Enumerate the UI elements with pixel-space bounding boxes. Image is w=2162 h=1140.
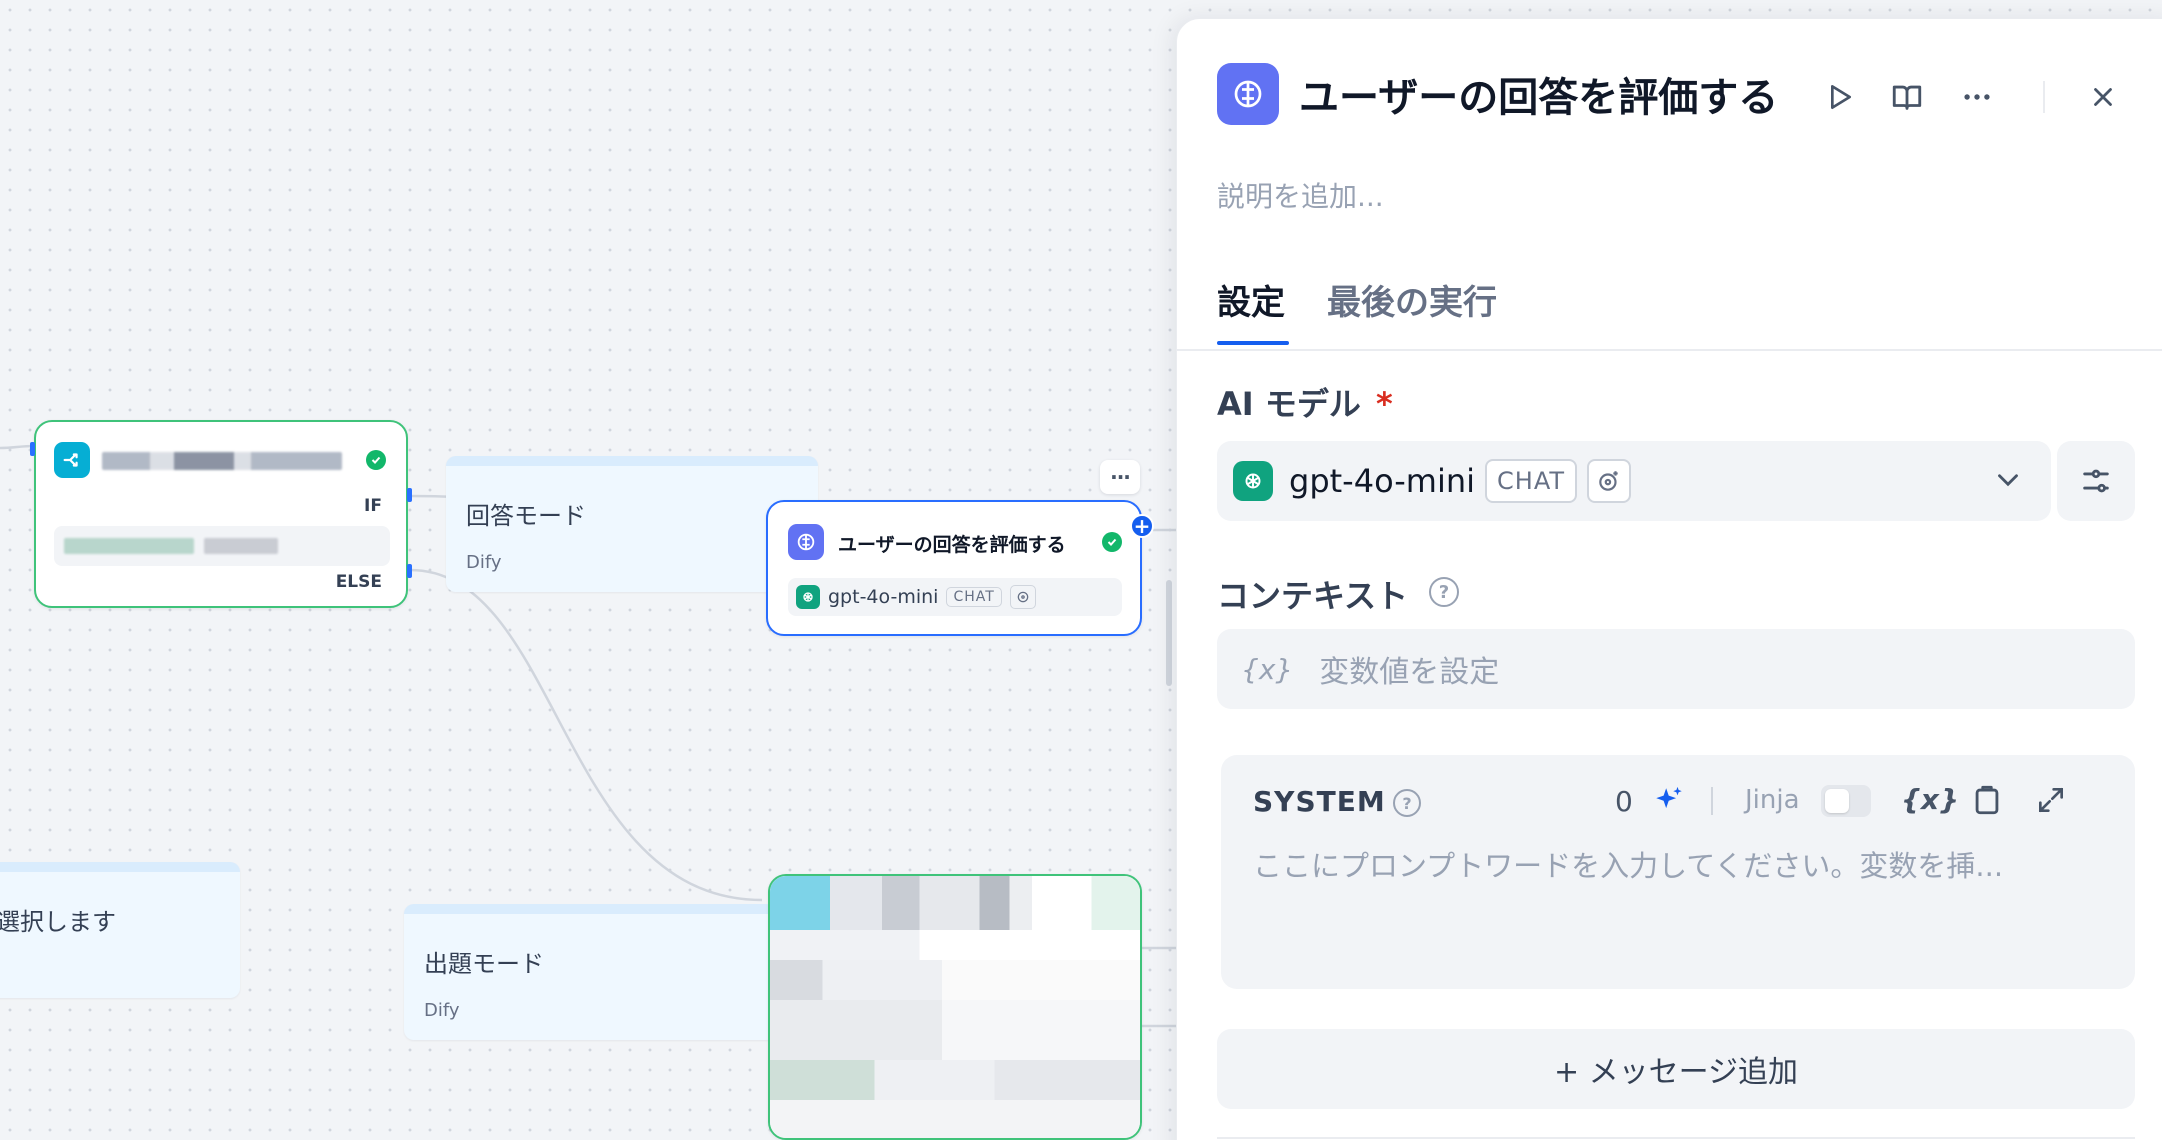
node-config-panel: ユーザーの回答を評価する 説明を追加... 設定 最後の実行 AI モデル * … [1176, 18, 2162, 1140]
tabs-divider [1177, 349, 2162, 351]
context-label: コンテキスト [1217, 577, 1409, 615]
chevron-down-icon [1991, 463, 2025, 501]
add-message-button[interactable]: + メッセージ追加 [1217, 1029, 2135, 1109]
if-else-success-icon [366, 450, 386, 470]
clipboard-icon [1975, 785, 1999, 815]
close-button[interactable] [2081, 75, 2125, 119]
context-help-icon[interactable]: ? [1429, 577, 1459, 607]
jinja-label: Jinja [1745, 785, 1800, 815]
llm-chat-badge: CHAT [946, 587, 1002, 607]
header-divider [2043, 81, 2045, 113]
note-answer-mode[interactable]: 回答モード Dify [446, 456, 818, 592]
sparkle-icon [1656, 786, 1682, 809]
if-else-node[interactable]: IF ELSE [30, 420, 412, 608]
else-handle[interactable] [407, 564, 412, 578]
jinja-toggle-knob [1825, 789, 1849, 813]
note-question-mode[interactable]: 出題モード Dify [404, 904, 776, 1040]
note-question-mode-title: 出題モード [424, 950, 544, 978]
system-help-icon[interactable]: ? [1393, 789, 1421, 817]
note-select-title: 選択します [0, 908, 116, 936]
llm-success-icon [1102, 532, 1122, 552]
note-answer-mode-title: 回答モード [466, 502, 586, 530]
system-label: SYSTEM [1253, 785, 1386, 818]
vision-icon [1009, 585, 1036, 609]
expand-button[interactable] [2031, 779, 2071, 821]
ai-generate-button[interactable] [1649, 781, 1689, 821]
context-placeholder: 変数値を設定 [1319, 655, 1500, 690]
chat-badge: CHAT [1485, 459, 1578, 503]
token-count: 0 [1615, 785, 1633, 818]
tab-active-indicator [1217, 341, 1289, 345]
sliders-icon [2083, 469, 2109, 493]
redacted-node[interactable] [768, 874, 1142, 1140]
if-handle[interactable] [407, 488, 412, 502]
openai-icon [1233, 461, 1273, 501]
expand-icon [2039, 788, 2063, 812]
if-else-input-handle[interactable] [30, 442, 35, 456]
note-select[interactable]: 選択します [0, 862, 240, 998]
model-name: gpt-4o-mini [1289, 462, 1476, 500]
context-variable-picker[interactable]: {x} 変数値を設定 [1217, 629, 2135, 709]
openai-icon [796, 585, 820, 609]
docs-button[interactable] [1885, 75, 1929, 119]
llm-model-name: gpt-4o-mini [828, 586, 939, 608]
book-icon [1892, 85, 1922, 110]
llm-model-chip: gpt-4o-mini CHAT [788, 578, 1122, 616]
if-label: IF [364, 496, 382, 516]
tab-settings[interactable]: 設定 [1217, 275, 1285, 324]
llm-node-title: ユーザーの回答を評価する [838, 534, 1066, 556]
variable-icon: {x} [1241, 652, 1294, 686]
section-divider [1217, 1137, 2135, 1139]
model-params-button[interactable] [2057, 441, 2135, 521]
model-label: AI モデル * [1217, 379, 1393, 425]
required-mark: * [1375, 385, 1393, 423]
jinja-toggle[interactable] [1821, 785, 1871, 817]
note-answer-mode-sub: Dify [466, 552, 502, 573]
system-prompt-placeholder: ここにプロンプトワードを入力してください。変数を挿... [1253, 849, 2004, 883]
redacted-block [770, 876, 1140, 1138]
if-condition-redacted [64, 538, 194, 554]
description-input[interactable]: 説明を追加... [1217, 175, 1384, 215]
if-else-icon [54, 442, 90, 478]
if-else-title-redacted [102, 452, 342, 470]
run-button[interactable] [1817, 75, 1861, 119]
else-label: ELSE [335, 572, 382, 592]
llm-icon [788, 524, 824, 560]
more-dots-icon: ··· [1110, 465, 1131, 489]
node-more-button[interactable]: ··· [1100, 460, 1140, 494]
if-condition-value-redacted [204, 538, 278, 554]
workflow-canvas[interactable]: 回答モード Dify 出題モード Dify 選択します IF ELSE ··· … [0, 0, 1176, 1140]
canvas-scrollbar[interactable] [1166, 580, 1172, 686]
llm-node[interactable]: ユーザーの回答を評価する gpt-4o-mini CHAT + [766, 500, 1154, 636]
panel-title[interactable]: ユーザーの回答を評価する [1299, 65, 1778, 123]
tab-last-run[interactable]: 最後の実行 [1327, 275, 1497, 324]
system-prompt-editor[interactable]: SYSTEM ? 0 Jinja {x} ここにプロンプトワードを入力してくださ… [1221, 755, 2135, 989]
model-label-text: AI モデル [1217, 385, 1361, 423]
toolbar-divider [1711, 787, 1713, 815]
note-question-mode-sub: Dify [424, 1000, 460, 1021]
more-horizontal-icon [1964, 94, 1990, 100]
panel-llm-icon [1217, 63, 1279, 125]
more-button[interactable] [1955, 75, 1999, 119]
if-condition-box [54, 526, 390, 566]
close-icon [2094, 88, 2112, 106]
vision-icon [1587, 459, 1632, 503]
copy-button[interactable] [1967, 779, 2007, 821]
model-selector[interactable]: gpt-4o-mini CHAT [1217, 441, 2051, 521]
play-icon [1831, 85, 1851, 109]
llm-add-next-button[interactable]: + [1130, 514, 1154, 538]
insert-variable-button[interactable]: {x} [1901, 783, 1959, 816]
